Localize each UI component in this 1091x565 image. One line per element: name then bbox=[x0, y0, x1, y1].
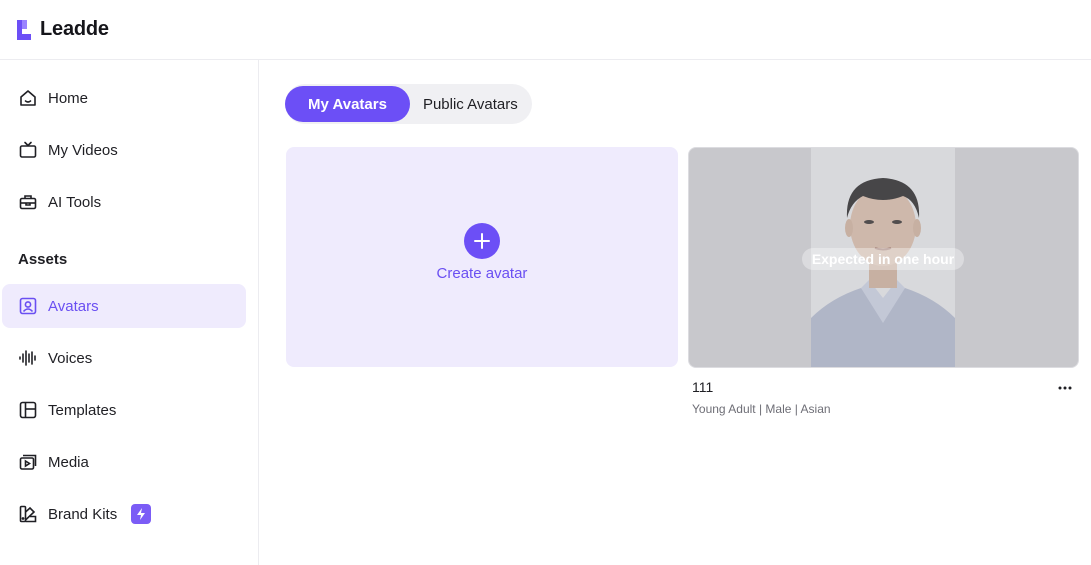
create-avatar-label: Create avatar bbox=[436, 264, 528, 282]
sidebar: Home My Videos AI Tools Assets Avatars V… bbox=[0, 60, 259, 565]
logo-icon bbox=[17, 19, 31, 40]
main-content: My Avatars Public Avatars Create avatar bbox=[259, 60, 1091, 565]
avatar-name: 111 bbox=[692, 379, 714, 395]
sidebar-item-my-videos[interactable]: My Videos bbox=[2, 128, 246, 172]
sidebar-item-label: Templates bbox=[48, 401, 117, 419]
sidebar-item-label: Voices bbox=[48, 349, 93, 367]
sidebar-item-label: Home bbox=[48, 89, 89, 107]
sidebar-item-home[interactable]: Home bbox=[2, 76, 246, 120]
home-icon bbox=[18, 88, 38, 108]
top-bar: Leadde bbox=[0, 0, 1091, 60]
lightning-icon bbox=[131, 504, 152, 524]
sidebar-item-label: Avatars bbox=[48, 297, 99, 315]
create-avatar-card[interactable]: Create avatar bbox=[286, 147, 678, 367]
tab-public-avatars[interactable]: Public Avatars bbox=[410, 86, 532, 122]
layout-icon bbox=[18, 400, 38, 420]
sidebar-item-label: AI Tools bbox=[48, 193, 102, 211]
waveform-icon bbox=[18, 348, 38, 368]
sidebar-item-media[interactable]: Media bbox=[2, 440, 246, 484]
sidebar-item-label: Brand Kits bbox=[48, 505, 118, 523]
sidebar-item-ai-tools[interactable]: AI Tools bbox=[2, 180, 246, 224]
palette-icon bbox=[18, 504, 38, 524]
sidebar-item-avatars[interactable]: Avatars bbox=[2, 284, 246, 328]
avatar-meta: Young Adult | Male | Asian bbox=[692, 402, 831, 416]
avatar-icon bbox=[18, 296, 38, 316]
sidebar-item-label: Media bbox=[48, 453, 89, 471]
tv-icon bbox=[18, 140, 38, 160]
status-badge: Expected in one hour bbox=[802, 248, 964, 270]
plus-icon bbox=[464, 222, 500, 259]
logo[interactable]: Leadde bbox=[14, 18, 109, 42]
app-name: Leadde bbox=[40, 18, 109, 40]
avatar-tabs: My Avatars Public Avatars bbox=[285, 84, 532, 124]
avatar-card[interactable]: Expected in one hour bbox=[688, 147, 1079, 368]
tab-my-avatars[interactable]: My Avatars bbox=[285, 86, 410, 122]
section-label-assets: Assets bbox=[18, 251, 68, 268]
toolbox-icon bbox=[18, 192, 38, 212]
sidebar-item-brand-kits[interactable]: Brand Kits bbox=[2, 492, 246, 536]
sidebar-item-templates[interactable]: Templates bbox=[2, 388, 246, 432]
media-icon bbox=[18, 452, 38, 472]
sidebar-item-label: My Videos bbox=[48, 141, 118, 159]
sidebar-item-voices[interactable]: Voices bbox=[2, 336, 246, 380]
more-options-icon[interactable] bbox=[1054, 378, 1076, 398]
